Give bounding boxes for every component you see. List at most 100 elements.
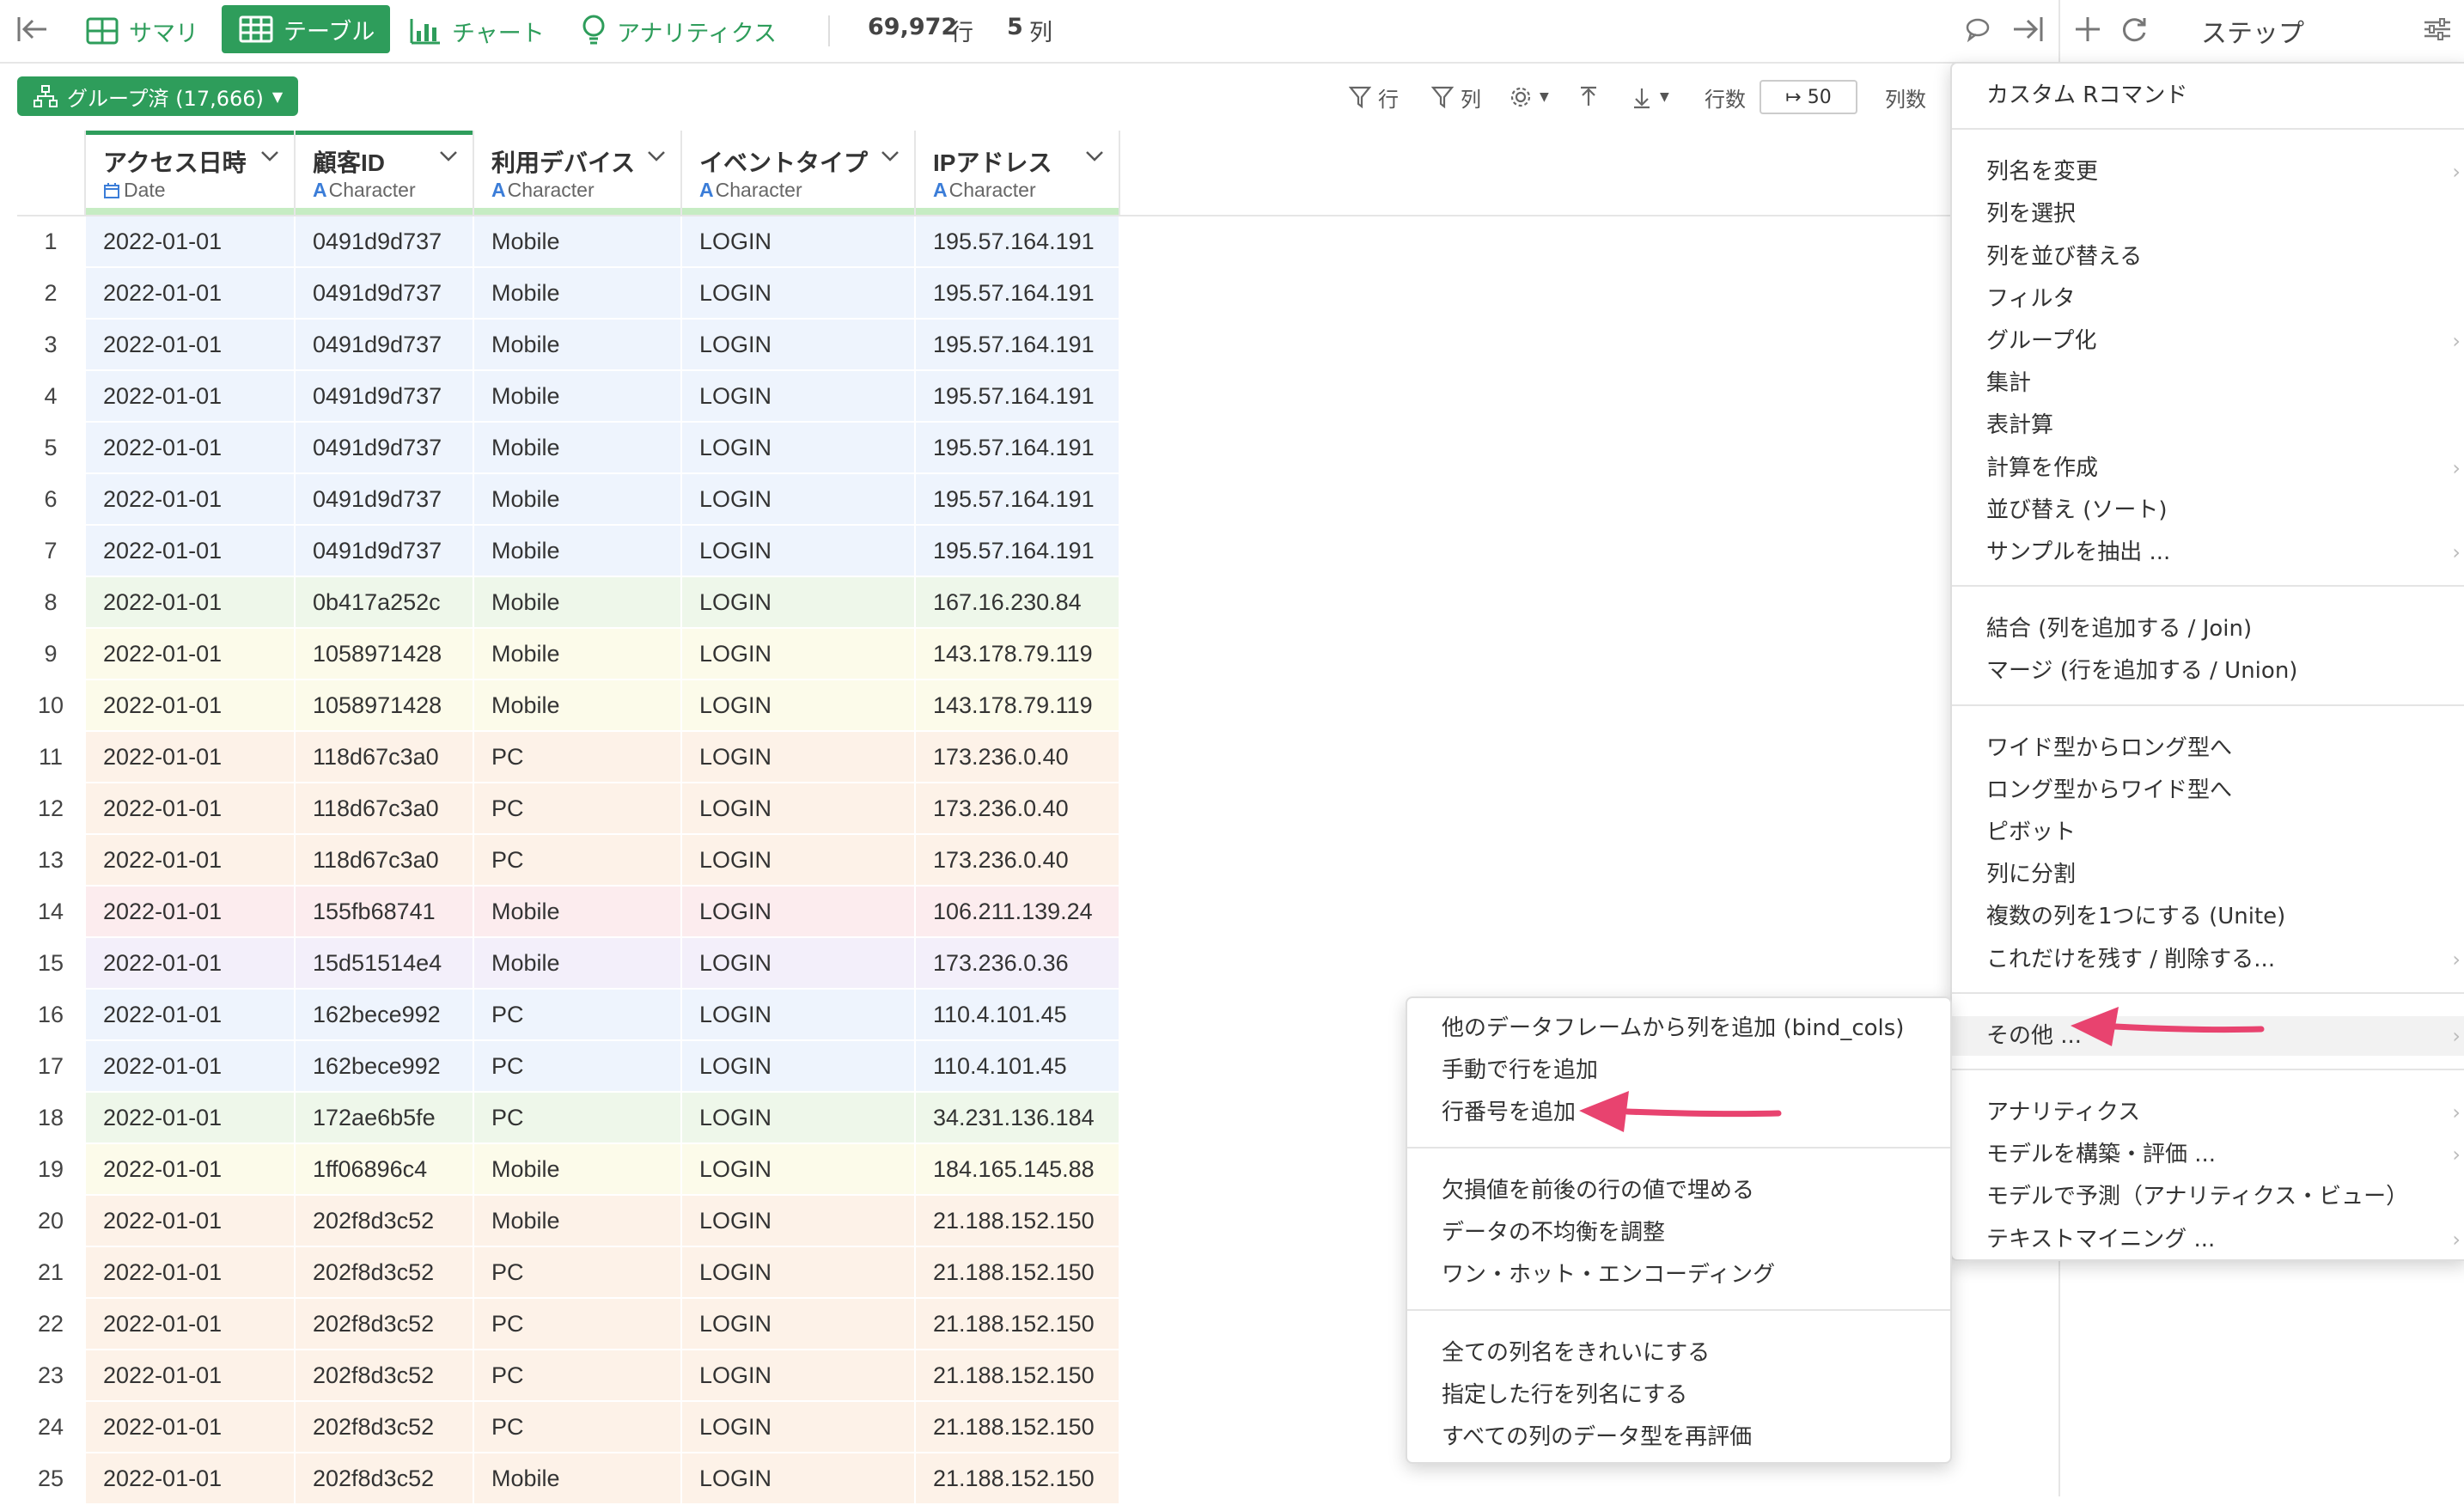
step-menu-item[interactable]: ワイド型からロング型へ [1952,728,2464,768]
upload-icon[interactable] [1577,80,1600,114]
table-row[interactable]: 11 2022-01-01 118d67c3a0 PC LOGIN 173.236.0.4… [17,732,1120,783]
add-step-icon[interactable] [2072,14,2103,48]
column-header-customer-id[interactable]: 顧客ID ACharacter [296,131,474,215]
cell-access-date: 2022-01-01 [86,371,296,421]
chevron-down-icon[interactable] [1084,149,1105,163]
chevron-down-icon[interactable] [438,149,459,163]
chevron-down-icon[interactable] [880,149,900,163]
step-menu-item[interactable]: グループ化 › [1952,321,2464,361]
tab-table[interactable]: テーブル [222,5,390,53]
table-row[interactable]: 25 2022-01-01 202f8d3c52 Mobile LOGIN 21.188.… [17,1453,1120,1505]
row-number: 19 [17,1144,86,1194]
step-menu-item[interactable]: モデルを構築・評価 ... › [1952,1135,2464,1174]
table-row[interactable]: 9 2022-01-01 1058971428 Mobile LOGIN 143.178.… [17,629,1120,680]
table-row[interactable]: 23 2022-01-01 202f8d3c52 PC LOGIN 21.188.152.… [17,1350,1120,1402]
collapse-right-icon[interactable] [2010,14,2045,48]
tab-summary[interactable]: サマリ [86,10,198,52]
step-menu-item[interactable]: 列名を変更 › [1952,152,2464,192]
table-row[interactable]: 13 2022-01-01 118d67c3a0 PC LOGIN 173.236.0.4… [17,835,1120,887]
download-dropdown[interactable]: ▼ [1631,80,1669,114]
sliders-icon[interactable] [2423,15,2452,46]
tab-chart[interactable]: チャート [409,10,545,52]
table-row[interactable]: 4 2022-01-01 0491d9d737 Mobile LOGIN 195.57.1… [17,371,1120,423]
other-menu-item[interactable]: ワン・ホット・エンコーディング [1407,1255,1950,1295]
table-row[interactable]: 17 2022-01-01 162bece992 PC LOGIN 110.4.101.4… [17,1041,1120,1093]
collapse-left-icon[interactable] [15,14,50,48]
rows-input[interactable]: ↦ 50 [1760,80,1857,114]
column-name: アクセス日時 [103,149,247,176]
cell-event-type: LOGIN [682,1093,916,1142]
cell-access-date: 2022-01-01 [86,1299,296,1349]
step-menu-item[interactable]: サンプルを抽出 ... › [1952,533,2464,572]
step-menu-item[interactable]: 計算を作成 › [1952,448,2464,488]
table-row[interactable]: 20 2022-01-01 202f8d3c52 Mobile LOGIN 21.188.… [17,1196,1120,1247]
table-row[interactable]: 10 2022-01-01 1058971428 Mobile LOGIN 143.178… [17,680,1120,732]
step-menu-item[interactable]: ロング型からワイド型へ [1952,771,2464,810]
step-menu-item[interactable]: 集計 [1952,363,2464,403]
table-row[interactable]: 8 2022-01-01 0b417a252c Mobile LOGIN 167.16.2… [17,577,1120,629]
step-menu-item[interactable]: アナリティクス › [1952,1093,2464,1132]
other-menu-item[interactable]: 全ての列名をきれいにする [1407,1333,1950,1373]
chevron-right-icon: › [2452,1023,2461,1048]
menu-item-label: 計算を作成 [1986,454,2099,481]
filter-col-button[interactable]: 列 [1431,80,1481,114]
step-menu-item[interactable]: 並び替え (ソート) [1952,490,2464,530]
column-header-device[interactable]: 利用デバイス ACharacter [474,131,682,215]
cell-customer-id: 202f8d3c52 [296,1350,474,1400]
column-type-label: Character [948,179,1036,201]
chevron-down-icon[interactable] [646,149,667,163]
table-row[interactable]: 12 2022-01-01 118d67c3a0 PC LOGIN 173.236.0.4… [17,783,1120,835]
cell-device: PC [474,1093,682,1142]
tab-analytics[interactable]: アナリティクス [581,10,777,52]
row-number: 1 [17,216,86,266]
step-menu-item[interactable]: これだけを残す / 削除する... › [1952,940,2464,979]
table-row[interactable]: 15 2022-01-01 15d51514e4 Mobile LOGIN 173.236… [17,938,1120,990]
other-menu-item[interactable]: データの不均衡を調整 [1407,1213,1950,1252]
step-menu-item[interactable]: フィルタ [1952,279,2464,319]
table-row[interactable]: 21 2022-01-01 202f8d3c52 PC LOGIN 21.188.152.… [17,1247,1120,1299]
table-row[interactable]: 22 2022-01-01 202f8d3c52 PC LOGIN 21.188.152.… [17,1299,1120,1350]
step-menu-item[interactable]: ピボット [1952,813,2464,852]
step-menu-item[interactable]: テキストマイニング ... › [1952,1220,2464,1259]
annotation-arrow-row-number [1579,1091,1782,1132]
table-row[interactable]: 19 2022-01-01 1ff06896c4 Mobile LOGIN 184.165… [17,1144,1120,1196]
settings-dropdown[interactable]: ▼ [1509,80,1549,114]
comment-icon[interactable] [1964,15,1991,46]
other-menu-item[interactable]: 他のデータフレームから列を追加 (bind_cols) [1407,1008,1950,1048]
table-row[interactable]: 1 2022-01-01 0491d9d737 Mobile LOGIN 195.57.1… [17,216,1120,268]
row-number: 11 [17,732,86,782]
table-row[interactable]: 16 2022-01-01 162bece992 PC LOGIN 110.4.101.4… [17,990,1120,1041]
refresh-icon[interactable] [2119,14,2150,48]
column-header-event-type[interactable]: イベントタイプ ACharacter [682,131,916,215]
step-menu-item[interactable]: 列を並び替える [1952,237,2464,277]
step-menu-item[interactable]: 複数の列を1つにする (Unite) [1952,897,2464,936]
step-menu-item[interactable]: 表計算 [1952,405,2464,445]
other-menu-item[interactable]: 欠損値を前後の行の値で埋める [1407,1171,1950,1210]
step-menu-item[interactable]: モデルで予測（アナリティクス・ビュー） [1952,1177,2464,1216]
row-number: 4 [17,371,86,421]
cell-customer-id: 0491d9d737 [296,268,474,318]
table-row[interactable]: 14 2022-01-01 155fb68741 Mobile LOGIN 106.211… [17,887,1120,938]
cell-access-date: 2022-01-01 [86,577,296,627]
cell-ip-address: 195.57.164.191 [916,268,1120,318]
table-row[interactable]: 24 2022-01-01 202f8d3c52 PC LOGIN 21.188.152.… [17,1402,1120,1453]
steps-title: ステップ [2201,19,2304,49]
grouped-button[interactable]: グループ済 (17,666) ▼ [17,76,299,116]
filter-row-button[interactable]: 行 [1349,80,1399,114]
table-row[interactable]: 3 2022-01-01 0491d9d737 Mobile LOGIN 195.57.1… [17,320,1120,371]
table-row[interactable]: 2 2022-01-01 0491d9d737 Mobile LOGIN 195.57.1… [17,268,1120,320]
table-row[interactable]: 6 2022-01-01 0491d9d737 Mobile LOGIN 195.57.1… [17,474,1120,526]
table-row[interactable]: 18 2022-01-01 172ae6b5fe PC LOGIN 34.231.136.… [17,1093,1120,1144]
column-header-access-date[interactable]: アクセス日時 Date [86,131,296,215]
other-menu-item[interactable]: すべての列のデータ型を再評価 [1407,1417,1950,1457]
step-menu-item[interactable]: マージ (行を追加する / Union) [1952,651,2464,691]
other-menu-item[interactable]: 指定した行を列名にする [1407,1375,1950,1415]
step-menu-item[interactable]: カスタム Rコマンド [1952,76,2464,115]
step-menu-item[interactable]: 結合 (列を追加する / Join) [1952,609,2464,649]
table-row[interactable]: 7 2022-01-01 0491d9d737 Mobile LOGIN 195.57.1… [17,526,1120,577]
table-row[interactable]: 5 2022-01-01 0491d9d737 Mobile LOGIN 195.57.1… [17,423,1120,474]
step-menu-item[interactable]: 列に分割 [1952,855,2464,894]
chevron-down-icon[interactable] [259,149,280,163]
column-header-ip-address[interactable]: IPアドレス ACharacter [916,131,1120,215]
step-menu-item[interactable]: 列を選択 [1952,194,2464,234]
